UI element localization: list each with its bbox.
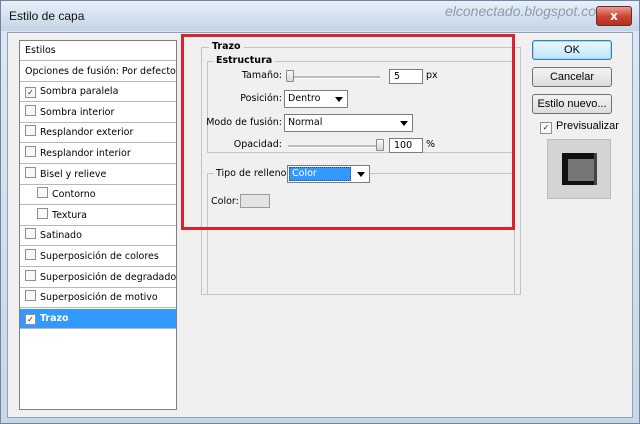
style-item-resplandor-interior[interactable]: Resplandor interior	[20, 144, 176, 164]
highlight-box	[181, 34, 515, 230]
style-item-sombra-paralela[interactable]: ✓ Sombra paralela	[20, 82, 176, 103]
style-item-label: Superposición de degradado	[40, 271, 177, 283]
close-button[interactable]: x	[596, 6, 632, 26]
style-checkbox[interactable]	[25, 249, 36, 260]
style-item-label: Superposición de motivo	[40, 292, 158, 304]
style-checkbox[interactable]	[25, 269, 36, 281]
ok-button[interactable]: OK	[532, 40, 612, 60]
style-item-label: Contorno	[52, 189, 96, 201]
style-item-label: Estilos	[25, 45, 56, 56]
style-item-label: Resplandor exterior	[40, 127, 134, 139]
cancel-button[interactable]: Cancelar	[532, 67, 612, 87]
style-item-label: Resplandor interior	[40, 148, 131, 159]
style-checkbox[interactable]	[37, 187, 48, 199]
window-title: Estilo de capa	[9, 9, 85, 23]
style-item-label: Sombra paralela	[40, 86, 119, 98]
style-item-label: Satinado	[40, 230, 82, 242]
style-checkbox[interactable]	[25, 166, 36, 178]
style-item-label: Textura	[52, 209, 87, 221]
style-item-superposición-de-degradado[interactable]: Superposición de degradado	[20, 268, 176, 288]
style-item-label: Trazo	[40, 312, 69, 324]
close-icon: x	[610, 9, 618, 23]
style-item-satinado[interactable]: Satinado	[20, 226, 176, 247]
style-item-label: Opciones de fusión: Por defecto	[25, 65, 176, 77]
styles-list: Estilos Opciones de fusión: Por defecto ✓ S…	[19, 40, 177, 410]
style-checkbox[interactable]	[25, 146, 36, 157]
style-preview	[547, 139, 611, 199]
style-checkbox[interactable]	[25, 125, 36, 137]
style-item-estilos[interactable]: Estilos	[20, 41, 176, 61]
style-item-label: Bisel y relieve	[40, 168, 107, 180]
dialog-window: Estilo de capa elconectado.blogspot.com …	[0, 0, 640, 424]
style-item-bisel-y-relieve[interactable]: Bisel y relieve	[20, 165, 176, 185]
style-item-textura[interactable]: Textura	[20, 206, 176, 226]
style-item-trazo[interactable]: ✓ Trazo	[20, 308, 176, 329]
preview-toggle[interactable]: ✓ Previsualizar	[540, 120, 619, 134]
style-item-sombra-interior[interactable]: Sombra interior	[20, 103, 176, 123]
style-checkbox[interactable]	[37, 207, 48, 219]
style-item-resplandor-exterior[interactable]: Resplandor exterior	[20, 123, 176, 144]
style-checkbox[interactable]: ✓	[25, 313, 36, 325]
style-item-label: Sombra interior	[40, 106, 115, 118]
preview-checkbox[interactable]: ✓	[540, 122, 552, 134]
style-item-superposición-de-motivo[interactable]: Superposición de motivo	[20, 288, 176, 309]
new-style-button[interactable]: Estilo nuevo...	[532, 94, 612, 114]
title-bar[interactable]: Estilo de capa elconectado.blogspot.com …	[1, 1, 639, 31]
style-item-label: Superposición de colores	[40, 251, 159, 262]
preview-thumbnail	[562, 153, 597, 185]
style-item-opciones-de-fusión-por-defecto[interactable]: Opciones de fusión: Por defecto	[20, 62, 176, 82]
watermark-text: elconectado.blogspot.com	[445, 3, 608, 19]
style-item-superposición-de-colores[interactable]: Superposición de colores	[20, 247, 176, 267]
style-checkbox[interactable]	[25, 228, 36, 240]
style-checkbox[interactable]: ✓	[25, 87, 36, 99]
style-checkbox[interactable]	[25, 104, 36, 116]
style-checkbox[interactable]	[25, 290, 36, 302]
preview-label: Previsualizar	[556, 120, 619, 132]
style-item-contorno[interactable]: Contorno	[20, 185, 176, 206]
